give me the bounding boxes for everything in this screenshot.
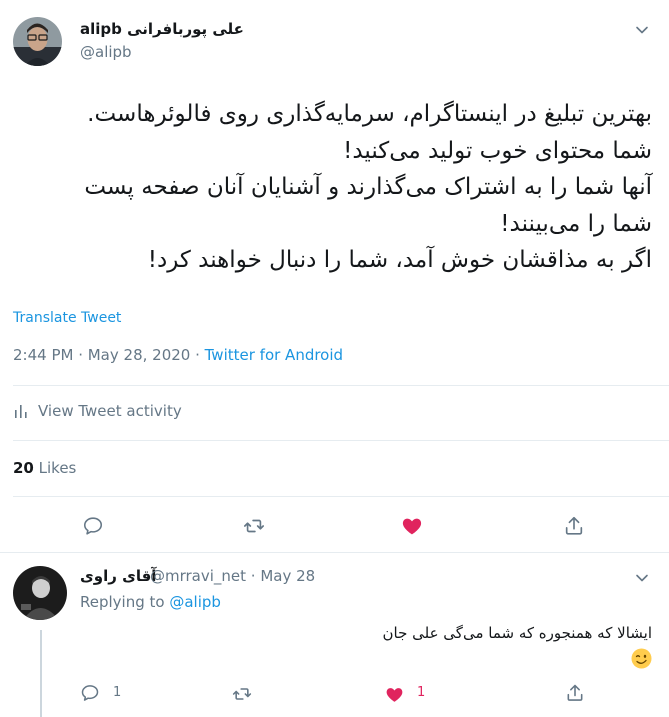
reply-icon[interactable] <box>80 683 100 703</box>
reply-count: 1 <box>113 685 122 700</box>
avatar[interactable] <box>13 17 62 66</box>
tweet-text-line: شما را می‌بینند! <box>500 210 652 237</box>
divider <box>13 496 669 497</box>
view-activity-label: View Tweet activity <box>38 402 182 420</box>
replying-to: Replying to @alipb <box>80 593 221 611</box>
tweet-text-line: آنها شما را به اشتراک می‌گذارند و آشنایا… <box>84 174 652 200</box>
likes-number: 20 <box>13 459 34 477</box>
reply-text: ایشالا که همنجوره که شما می‌گی علی جان <box>382 624 652 642</box>
tweet-meta: 2:44 PM · May 28, 2020 · Twitter for And… <box>13 346 343 364</box>
reply-author-name[interactable]: آقای راوی <box>80 567 156 585</box>
retweet-icon[interactable] <box>232 684 252 704</box>
divider <box>13 440 669 441</box>
tweet-text: بهترین تبلیغ در اینستاگرام، سرمایه‌گذاری… <box>0 96 652 279</box>
tweet-source[interactable]: Twitter for Android <box>205 346 343 364</box>
replying-prefix: Replying to <box>80 593 170 611</box>
tweet-text-line: بهترین تبلیغ در اینستاگرام، سرمایه‌گذاری… <box>87 101 652 127</box>
view-activity-link[interactable]: View Tweet activity <box>13 402 182 420</box>
tweet-text-line: شما محتوای خوب تولید می‌کنید! <box>343 137 652 164</box>
author-display-name[interactable]: alipb علی پوربافرانی <box>80 20 244 38</box>
reply-icon[interactable] <box>82 515 104 537</box>
like-count: 1 <box>417 685 426 700</box>
reply-meta[interactable]: @mrravi_net · May 28 <box>150 567 315 585</box>
tweet-text-line: اگر به مذاقشان خوش آمد، شما را دنبال خوا… <box>147 247 652 273</box>
heart-icon[interactable] <box>385 685 404 704</box>
likes-label: Likes <box>33 459 77 477</box>
thread-line <box>40 630 42 717</box>
divider <box>13 385 669 386</box>
author-handle[interactable]: @alipb <box>80 43 132 61</box>
tweet-time[interactable]: 2:44 PM · May 28, 2020 · <box>13 346 205 364</box>
retweet-icon[interactable] <box>243 515 265 537</box>
replying-mention[interactable]: @alipb <box>169 593 221 611</box>
tweet-separator <box>0 552 669 553</box>
wink-emoji <box>631 648 652 669</box>
bar-chart-icon <box>15 405 27 418</box>
likes-count[interactable]: 20 Likes <box>13 459 76 477</box>
translate-tweet-link[interactable]: Translate Tweet <box>13 310 121 326</box>
share-icon[interactable] <box>565 683 585 703</box>
avatar[interactable] <box>13 566 67 620</box>
caret-down-icon[interactable] <box>635 22 649 36</box>
caret-down-icon[interactable] <box>635 570 649 584</box>
share-icon[interactable] <box>563 515 585 537</box>
heart-icon[interactable] <box>401 515 423 537</box>
